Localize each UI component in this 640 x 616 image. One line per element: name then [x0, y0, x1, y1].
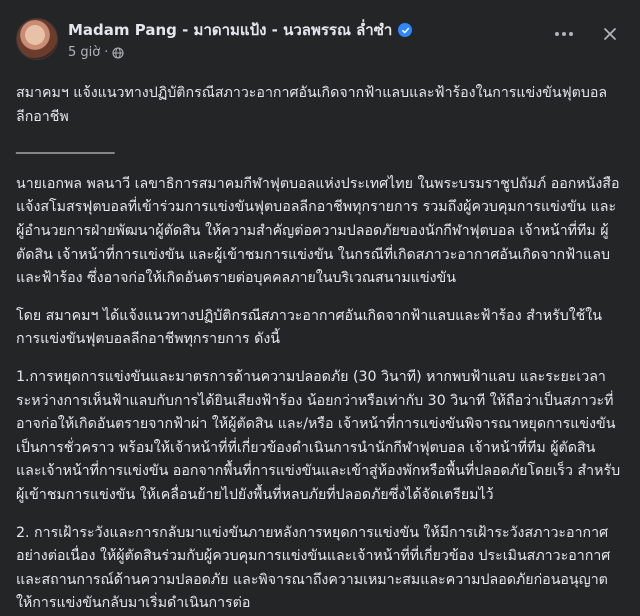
post-time[interactable]: 5 giờ: [68, 45, 100, 60]
post-title: สมาคมฯ แจ้งแนวทางปฏิบัติกรณีสภาวะอากาศอั…: [16, 85, 608, 125]
close-icon[interactable]: [596, 20, 624, 48]
more-options-icon[interactable]: [550, 20, 578, 48]
verified-badge-icon: [398, 23, 413, 37]
post-paragraph: โดย สมาคมฯ ได้แจ้งแนวทางปฏิบัติกรณีสภาวะ…: [16, 307, 602, 348]
post-paragraph: นายเอกพล พลนาวี เลขาธิการสมาคมกีฬาฟุตบอล…: [16, 175, 620, 287]
author-name[interactable]: Madam Pang - มาดามแป้ง - นวลพรรณ ล่ำซำ: [68, 18, 392, 42]
globe-icon[interactable]: [112, 46, 124, 59]
header-actions: [550, 18, 624, 48]
avatar[interactable]: [16, 18, 58, 60]
author-line: Madam Pang - มาดามแป้ง - นวลพรรณ ล่ำซำ: [68, 18, 542, 42]
post-paragraph: 1.การหยุดการแข่งขันและมาตรการด้านความปลอ…: [16, 368, 621, 503]
post-body: สมาคมฯ แจ้งแนวทางปฏิบัติกรณีสภาวะอากาศอั…: [0, 70, 640, 616]
post-meta: 5 giờ ·: [68, 45, 542, 60]
text-divider: ________________: [16, 138, 115, 155]
post-paragraph: 2. การเฝ้าระวังและการกลับมาแข่งขันภายหลั…: [16, 524, 611, 612]
author-block: Madam Pang - มาดามแป้ง - นวลพรรณ ล่ำซำ 5…: [68, 18, 542, 60]
meta-separator: ·: [104, 45, 109, 60]
post-header: Madam Pang - มาดามแป้ง - นวลพรรณ ล่ำซำ 5…: [0, 0, 640, 70]
facebook-post: Madam Pang - มาดามแป้ง - นวลพรรณ ล่ำซำ 5…: [0, 0, 640, 611]
